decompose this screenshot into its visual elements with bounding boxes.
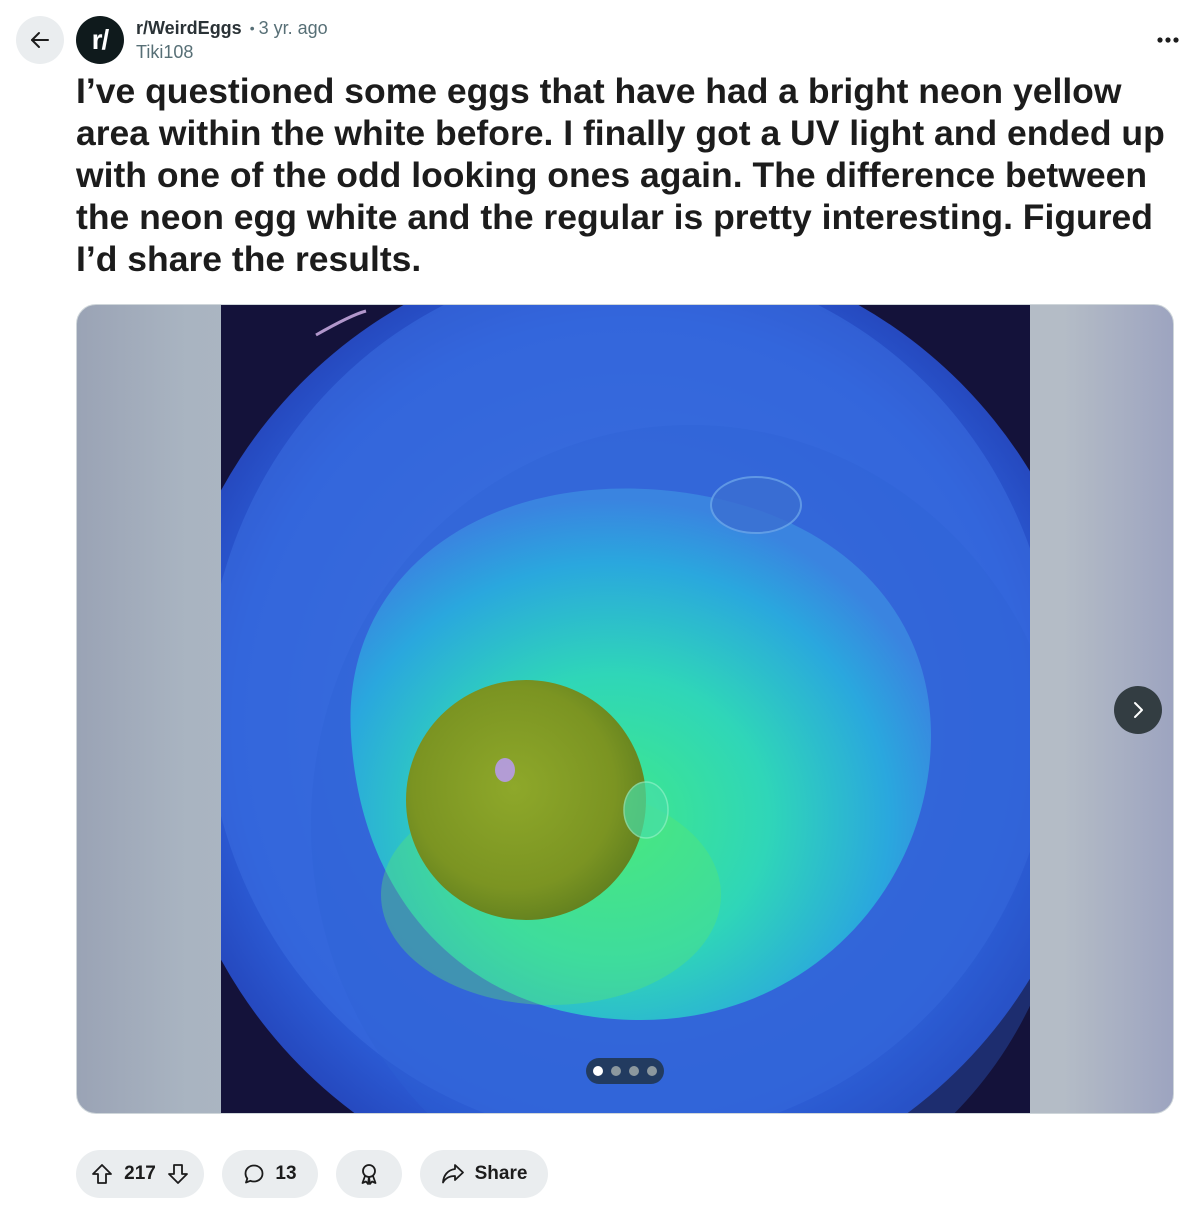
subreddit-avatar[interactable]: r/ <box>76 16 124 64</box>
speech-bubble-icon <box>243 1163 265 1185</box>
pager-dot[interactable] <box>593 1066 603 1076</box>
chevron-right-icon <box>1128 700 1148 720</box>
gallery-pager <box>586 1058 664 1084</box>
image-gallery[interactable] <box>76 304 1174 1114</box>
author-link[interactable]: Tiki108 <box>136 40 328 64</box>
next-image-button[interactable] <box>1114 686 1162 734</box>
downvote-button[interactable] <box>156 1150 200 1198</box>
arrow-left-icon <box>28 28 52 52</box>
meta-separator: • <box>249 20 255 36</box>
back-button[interactable] <box>16 16 64 64</box>
post-time: 3 yr. ago <box>258 18 328 38</box>
award-button[interactable] <box>336 1150 402 1198</box>
post-title: I’ve questioned some eggs that have had … <box>76 71 1165 279</box>
pager-dot[interactable] <box>611 1066 621 1076</box>
share-arrow-icon <box>441 1163 465 1185</box>
avatar-text: r/ <box>91 24 110 55</box>
comments-button[interactable]: 13 <box>222 1150 318 1198</box>
egg-uv-photo <box>221 305 1030 1113</box>
vote-control: 217 <box>76 1150 204 1198</box>
more-options-button[interactable] <box>1152 24 1184 56</box>
post-actions-bar: 217 13 Share <box>76 1150 548 1198</box>
downvote-arrow-icon <box>167 1163 189 1185</box>
overflow-horizontal-icon <box>1157 37 1179 43</box>
upvote-arrow-icon <box>91 1163 113 1185</box>
upvote-button[interactable] <box>80 1150 124 1198</box>
award-ribbon-icon <box>357 1162 381 1186</box>
share-label: Share <box>474 1163 528 1184</box>
share-button[interactable]: Share <box>420 1150 548 1198</box>
comment-count: 13 <box>275 1163 297 1184</box>
vote-count: 217 <box>124 1163 156 1184</box>
pager-dot[interactable] <box>647 1066 657 1076</box>
subreddit-link[interactable]: r/WeirdEggs <box>136 16 242 40</box>
pager-dot[interactable] <box>629 1066 639 1076</box>
post-meta: r/WeirdEggs • 3 yr. ago Tiki108 <box>136 16 328 64</box>
